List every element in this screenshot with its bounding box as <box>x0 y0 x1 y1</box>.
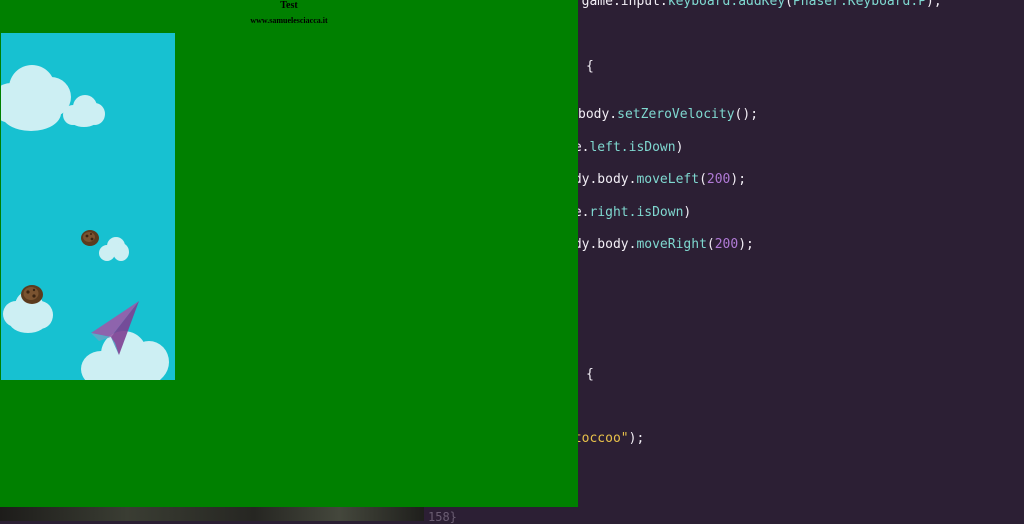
rock-sprite <box>21 285 43 304</box>
paper-plane-sprite <box>91 301 139 355</box>
desktop-wallpaper-strip <box>0 507 424 521</box>
browser-page: Test www.samuelesciacca.it <box>0 0 578 507</box>
cloud-sprite <box>99 237 131 263</box>
code-line-4: re.left.isDown) <box>566 140 684 155</box>
code-line-8: { <box>586 367 594 382</box>
line-number: 158} <box>428 510 457 524</box>
code-line-3: body.setZeroVelocity(); <box>578 107 759 122</box>
code-line-1: = game.input.keyboard.addKey(Phaser.Keyb… <box>566 0 942 9</box>
code-line-2: { <box>586 59 594 74</box>
page-title: Test <box>280 0 298 11</box>
rock-sprite <box>81 230 99 246</box>
game-canvas[interactable] <box>1 33 175 380</box>
site-link[interactable]: www.samuelesciacca.it <box>0 16 578 26</box>
code-line-5: ndy.body.moveLeft(200); <box>566 172 747 187</box>
code-line-7: ndy.body.moveRight(200); <box>566 237 754 252</box>
cloud-sprite <box>63 95 107 129</box>
code-line-6: re.right.isDown) <box>566 205 692 220</box>
